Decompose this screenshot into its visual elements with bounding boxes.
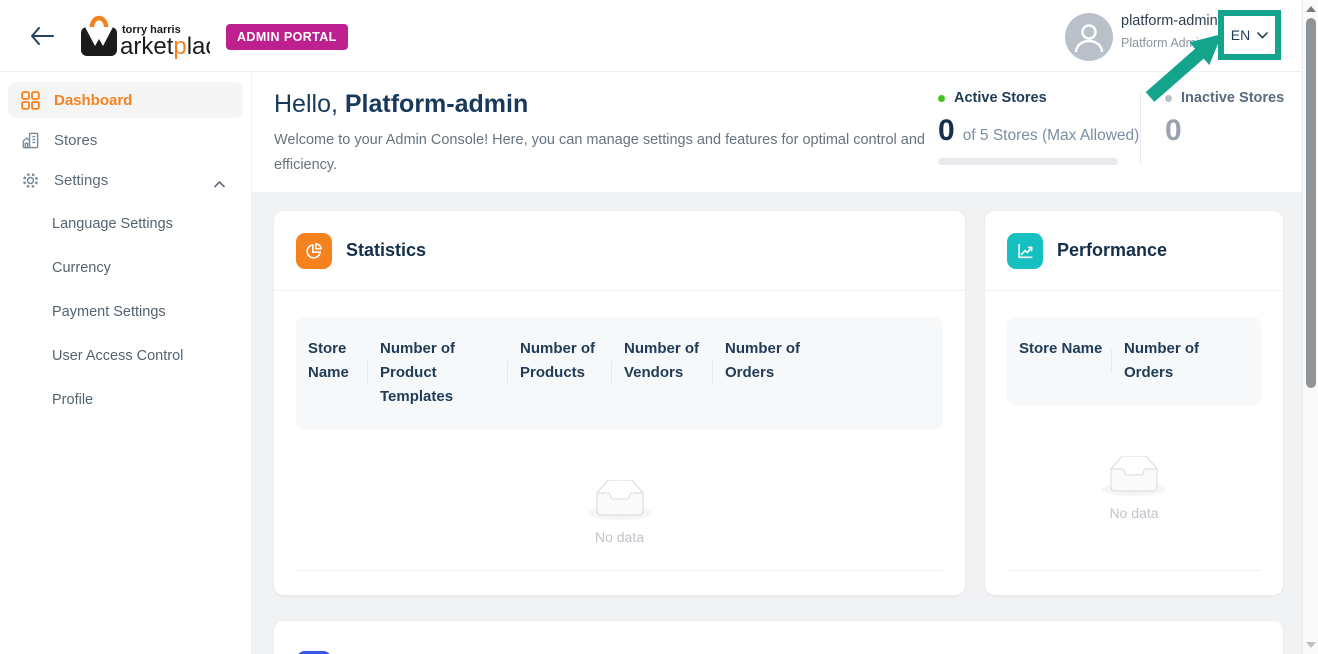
annotation-highlight-box: EN bbox=[1218, 10, 1281, 60]
statistics-table-header: Store Name Number of Product Templates N… bbox=[296, 317, 943, 429]
performance-empty-state: No data bbox=[985, 405, 1283, 571]
performance-table-header: Store Name Number of Orders bbox=[1007, 317, 1261, 405]
inactive-stores-block: Inactive Stores 0 bbox=[1165, 90, 1284, 148]
column-products: Number of Products bbox=[508, 337, 612, 409]
performance-title: Performance bbox=[1057, 240, 1167, 261]
language-selector[interactable]: EN bbox=[1231, 27, 1268, 43]
no-data-text: No data bbox=[1109, 505, 1158, 521]
scroll-up-arrow-icon[interactable] bbox=[1306, 6, 1316, 12]
chevron-down-icon bbox=[1257, 32, 1268, 39]
stores-building-icon bbox=[20, 130, 40, 150]
user-name: platform-admin bbox=[1121, 13, 1218, 29]
active-stores-detail: of 5 Stores (Max Allowed) bbox=[963, 127, 1140, 145]
scroll-down-arrow-icon[interactable] bbox=[1306, 642, 1316, 648]
sidebar-label-stores: Stores bbox=[54, 132, 97, 149]
sidebar-item-dashboard[interactable]: Dashboard bbox=[8, 82, 243, 118]
greeting-name: Platform-admin bbox=[345, 90, 528, 118]
sidebar-item-settings[interactable]: Settings bbox=[8, 162, 243, 198]
page-title: Hello, Platform-admin bbox=[274, 90, 528, 119]
column-store-name: Store Name bbox=[296, 337, 368, 409]
person-icon bbox=[1071, 19, 1107, 55]
column-orders: Number of Orders bbox=[713, 337, 943, 409]
sidebar-subitem-language-settings[interactable]: Language Settings bbox=[0, 202, 251, 246]
svg-text:arketplace: arketplace bbox=[120, 33, 210, 60]
sidebar-subitem-user-access-control[interactable]: User Access Control bbox=[0, 334, 251, 378]
empty-inbox-icon bbox=[1102, 456, 1166, 497]
settings-gear-icon bbox=[20, 170, 40, 190]
vertical-scrollbar bbox=[1302, 0, 1318, 654]
statistics-card: Statistics Store Name Number of Product … bbox=[274, 211, 965, 595]
sidebar-subitem-currency[interactable]: Currency bbox=[0, 246, 251, 290]
column-store-name: Store Name bbox=[1007, 337, 1112, 385]
sidebar: Dashboard Stores bbox=[0, 72, 252, 654]
performance-footer-divider bbox=[1007, 570, 1261, 571]
user-role: Platform Admin bbox=[1121, 36, 1206, 50]
sidebar-label-dashboard: Dashboard bbox=[54, 92, 132, 109]
welcome-subtitle: Welcome to your Admin Console! Here, you… bbox=[274, 128, 929, 178]
line-chart-icon bbox=[1007, 233, 1043, 269]
orders-card-header: Orders bbox=[274, 621, 1283, 654]
orders-card: Orders bbox=[274, 621, 1283, 654]
statistics-title: Statistics bbox=[346, 240, 426, 261]
active-stores-progressbar bbox=[938, 158, 1118, 165]
language-code: EN bbox=[1231, 27, 1250, 43]
sidebar-label-settings: Settings bbox=[54, 172, 108, 189]
sidebar-item-stores[interactable]: Stores bbox=[8, 122, 243, 158]
statistics-footer-divider bbox=[296, 570, 943, 571]
sidebar-subitem-payment-settings[interactable]: Payment Settings bbox=[0, 290, 251, 334]
active-stores-label: Active Stores bbox=[954, 90, 1047, 106]
column-orders: Number of Orders bbox=[1112, 337, 1261, 385]
inactive-stores-count: 0 bbox=[1165, 114, 1182, 148]
user-avatar[interactable] bbox=[1065, 13, 1113, 61]
column-product-templates: Number of Product Templates bbox=[368, 337, 508, 409]
sidebar-subitem-profile[interactable]: Profile bbox=[0, 378, 251, 422]
performance-card: Performance Store Name Number of Orders … bbox=[985, 211, 1283, 595]
active-dot-icon bbox=[938, 95, 945, 102]
performance-card-header: Performance bbox=[985, 211, 1283, 291]
active-stores-count: 0 bbox=[938, 114, 955, 148]
welcome-panel: Hello, Platform-admin Welcome to your Ad… bbox=[252, 72, 1302, 192]
back-button[interactable] bbox=[28, 22, 56, 50]
greeting-prefix: Hello, bbox=[274, 90, 338, 118]
chevron-up-icon bbox=[214, 175, 225, 192]
header: torry harris arketplace ADMIN PORTAL pla… bbox=[0, 0, 1318, 72]
marketplace-logo: torry harris arketplace bbox=[80, 12, 210, 62]
dashboard-grid-icon bbox=[20, 90, 40, 110]
active-stores-block: Active Stores 0 of 5 Stores (Max Allowed… bbox=[938, 90, 1139, 148]
inactive-dot-icon bbox=[1165, 95, 1172, 102]
no-data-text: No data bbox=[595, 529, 644, 545]
column-vendors: Number of Vendors bbox=[612, 337, 713, 409]
pie-chart-icon bbox=[296, 233, 332, 269]
stats-divider bbox=[1140, 92, 1141, 164]
scrollbar-thumb[interactable] bbox=[1306, 18, 1316, 388]
statistics-card-header: Statistics bbox=[274, 211, 965, 291]
inactive-stores-label: Inactive Stores bbox=[1181, 90, 1284, 106]
back-arrow-icon bbox=[30, 27, 54, 45]
empty-inbox-icon bbox=[588, 480, 652, 521]
admin-portal-app: torry harris arketplace ADMIN PORTAL pla… bbox=[0, 0, 1318, 654]
admin-portal-badge: ADMIN PORTAL bbox=[226, 24, 348, 50]
